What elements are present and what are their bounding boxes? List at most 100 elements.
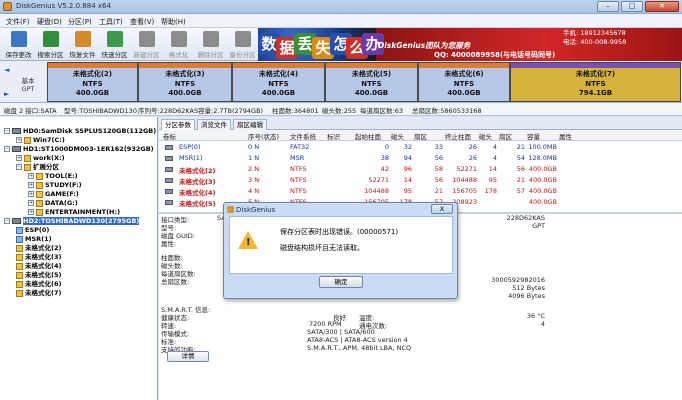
expand-toggle-icon[interactable]: + [28, 209, 34, 215]
expand-toggle-icon[interactable]: − [4, 128, 10, 134]
next-disk-icon[interactable]: ► [4, 90, 12, 98]
tab-sector-edit[interactable]: 扇区编辑 [233, 119, 267, 130]
expand-toggle-icon[interactable]: − [4, 146, 10, 152]
partition-block[interactable]: 未格式化(3) NTFS 400.0GB [138, 62, 232, 102]
prev-disk-icon[interactable]: ◄ [4, 66, 12, 74]
partition-icon [36, 172, 43, 180]
table-cell: 400.0GB [528, 187, 557, 195]
table-header-cell[interactable]: 标识 [327, 131, 340, 141]
table-header-cell[interactable]: 扇区 [414, 131, 427, 141]
table-cell: 57 [516, 187, 525, 195]
quick-partition-icon [106, 31, 123, 47]
standard-value: ATA8-ACS | ATA8-ACS version 4 [307, 336, 408, 344]
table-row[interactable]: 未格式化(3) 3 N NTFS 52271 14 56 104488 95 21 400.0GB [159, 175, 682, 186]
partition-block-text: 未格式化(2) NTFS 400.0GB [48, 70, 137, 99]
tree-node-label: ESP(0) [25, 226, 50, 234]
expand-toggle-icon[interactable]: − [16, 164, 22, 170]
partition-block-fs: NTFS [82, 79, 103, 88]
menu-partition[interactable]: 分区(P) [68, 17, 92, 27]
expand-toggle-icon[interactable]: + [28, 182, 34, 188]
partition-block-name: 未格式化(6) [444, 70, 484, 78]
sector-size-value: 512 Bytes [512, 284, 545, 292]
partition-block[interactable]: 未格式化(7) NTFS 794.1GB [510, 62, 681, 102]
app-window: DiskGenius V5.2.0.884 x64 – □ ✕ 文件(F) 硬盘… [0, 0, 682, 400]
table-header-cell[interactable]: 磁头 [391, 131, 404, 141]
recover-files-icon [74, 31, 91, 47]
expand-toggle-icon[interactable]: − [4, 218, 10, 224]
table-row[interactable]: 未格式化(2) 2 N NTFS 42 96 58 52271 14 56 400.0GB [159, 164, 682, 175]
table-cell: 4 [492, 143, 497, 151]
toolbar-button[interactable]: 备份分区 [226, 29, 259, 60]
minimize-button[interactable]: – [597, 1, 619, 12]
dialog-message-2: 磁盘结构损坏且无法读取。 [280, 244, 364, 252]
menu-view[interactable]: 查看(V) [130, 17, 154, 27]
table-row[interactable]: 未格式化(4) 4 N NTFS 104488 95 21 156705 178 57 400.0… [159, 186, 682, 197]
table-cell: 14 [403, 176, 412, 184]
table-header-cell[interactable]: 扇区 [499, 131, 512, 141]
table-cell: NTFS [290, 165, 307, 173]
menu-disk[interactable]: 硬盘(D) [37, 17, 62, 27]
table-header-cell[interactable]: 磁头 [479, 131, 492, 141]
expand-toggle-icon[interactable]: + [16, 137, 22, 143]
menu-tools[interactable]: 工具(T) [99, 17, 123, 27]
expand-toggle-icon[interactable]: + [16, 155, 22, 161]
close-button[interactable]: ✕ [645, 1, 679, 12]
expand-toggle-icon[interactable]: + [28, 200, 34, 206]
partition-block-header [48, 63, 137, 68]
system-partition-icon [16, 235, 23, 243]
table-header-cell[interactable]: 文件系统 [290, 131, 316, 141]
partition-row-icon [165, 167, 173, 172]
tab-browse-files[interactable]: 浏览文件 [197, 119, 231, 130]
table-header-cell[interactable]: 起始柱面 [355, 131, 381, 141]
partition-icon [16, 244, 23, 252]
table-header-cell[interactable]: 属性 [559, 131, 572, 141]
table-cell: 100.0MB [528, 143, 557, 151]
table-header-cell[interactable]: 卷标 [163, 131, 176, 141]
partition-row-icon [165, 200, 173, 205]
menu-help[interactable]: 帮助(H) [161, 17, 186, 27]
menu-file[interactable]: 文件(F) [6, 17, 30, 27]
toolbar-button[interactable]: 搜索分区 [34, 29, 67, 60]
partition-block-name: 未格式化(2) [72, 70, 113, 78]
expand-toggle-icon[interactable]: + [28, 191, 34, 197]
partition-block[interactable]: 未格式化(2) NTFS 400.0GB [47, 62, 138, 102]
expand-toggle-icon[interactable]: + [28, 173, 34, 179]
maximize-button[interactable]: □ [621, 1, 643, 12]
toolbar-button[interactable]: 快速分区 [98, 29, 131, 60]
power-count-value: 4 [540, 320, 545, 328]
toolbar-button[interactable]: 保存更改 [2, 29, 35, 60]
partition-block[interactable]: 未格式化(4) NTFS 400.0GB [232, 62, 325, 102]
table-cell: NTFS [290, 176, 307, 184]
table-cell: 400.0GB [528, 176, 557, 184]
toolbar-button[interactable]: 恢复文件 [66, 29, 99, 60]
title-bar: DiskGenius V5.2.0.884 x64 – □ ✕ [0, 0, 682, 14]
tree-node-label: ENTERTAINMENT(H:) [45, 208, 121, 216]
table-cell: 400.0GB [528, 198, 557, 206]
table-header-cell[interactable]: 终止柱面 [445, 131, 471, 141]
ad-banner[interactable]: 数 据 丢 失 怎 么 办 DiskGenius团队为您服务 手机: 18912… [258, 28, 682, 61]
table-header-cell[interactable]: 序号(状态) [248, 131, 279, 141]
disk-tree[interactable]: − HD0:SamDisk SSPLUS120GB(112GB) + Win7(C:)… [0, 117, 158, 400]
tab-bar: 分区参数 浏览文件 扇区编辑 [159, 117, 682, 131]
partition-block[interactable]: 未格式化(5) NTFS 400.0GB [325, 62, 418, 102]
dialog-ok-button[interactable]: 确定 [319, 276, 363, 288]
warning-mark-icon: ! [246, 237, 251, 248]
table-header-cell[interactable]: 容量 [527, 131, 540, 141]
smart-details-button[interactable]: 详情 [167, 351, 209, 362]
tree-node[interactable]: 未格式化(7) [16, 289, 61, 299]
toolbar-button[interactable]: 格式化 [162, 29, 195, 60]
table-row[interactable]: MSR(1) 1 N MSR 38 94 56 26 4 54 128.0MB [159, 153, 682, 164]
table-cell: 0 [384, 143, 389, 151]
toolbar-button[interactable]: 删除分区 [194, 29, 227, 60]
partition-block-size: 794.1GB [578, 89, 613, 97]
disk-label-gpt: GPT [21, 85, 35, 93]
toolbar-button[interactable]: 新建分区 [130, 29, 163, 60]
partition-block-size: 400.0GB [75, 89, 110, 97]
error-dialog: DiskGenius X ! 保存分区表时出现错误。(00000571) 磁盘结… [223, 202, 458, 299]
table-cell: 400.0GB [528, 165, 557, 173]
table-cell: 56 [434, 154, 443, 162]
dialog-close-button[interactable]: X [431, 204, 453, 214]
table-row[interactable]: ESP(0) 0 N FAT32 0 32 33 26 4 21 100.0MB [159, 142, 682, 153]
partition-block[interactable]: 未格式化(6) NTFS 400.0GB [418, 62, 510, 102]
features-value: S.M.A.R.T., APM, 48bit LBA, NCQ [307, 344, 412, 352]
